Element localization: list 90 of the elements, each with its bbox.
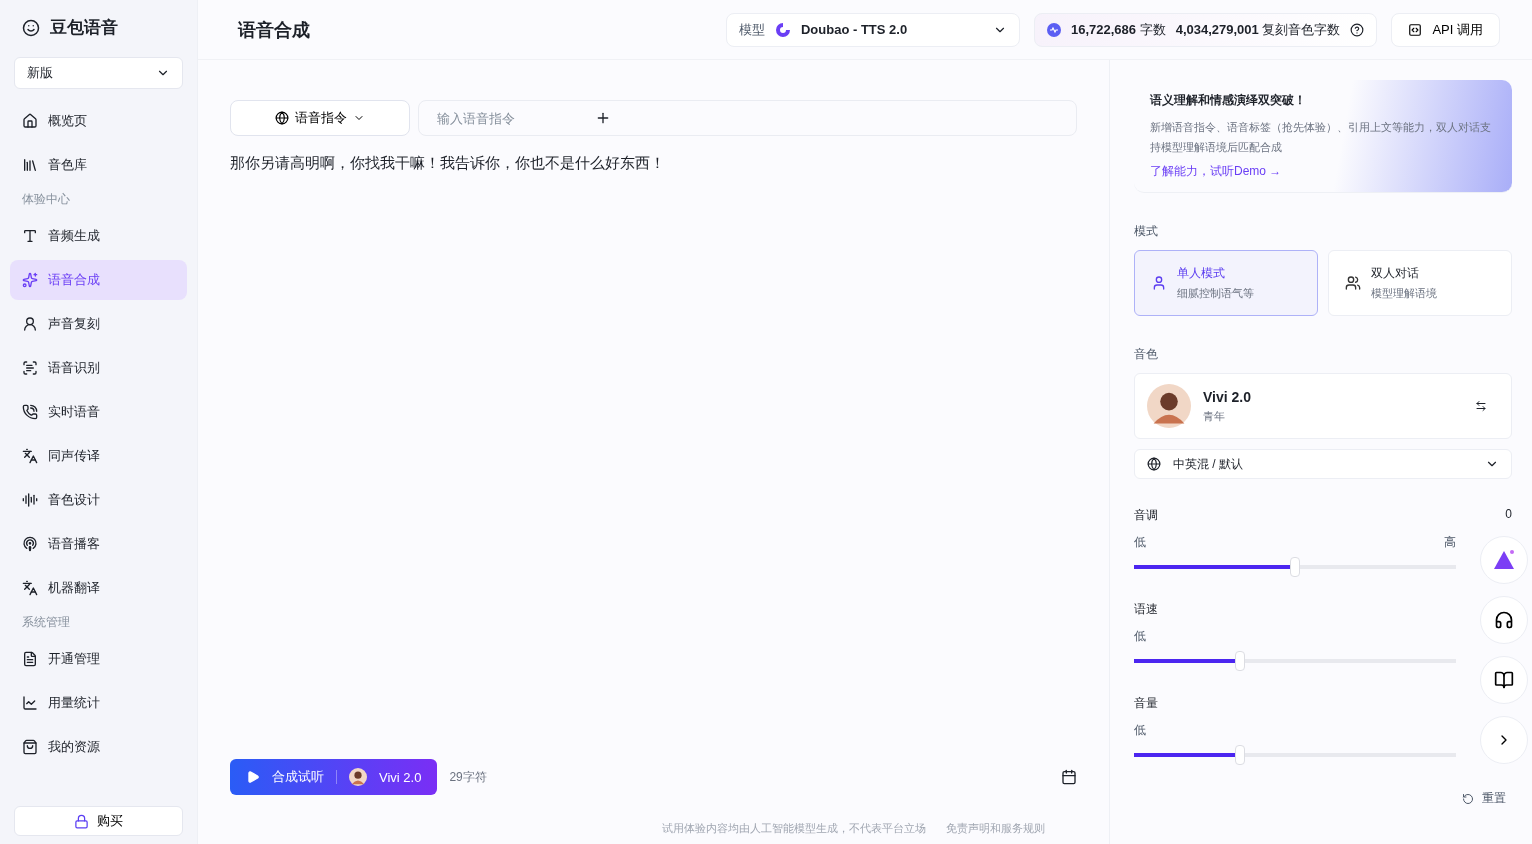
mode-label: 模式: [1134, 223, 1159, 240]
nav-item[interactable]: 语音播客: [10, 524, 187, 564]
promo-title: 语义理解和情感演绎双突破！: [1150, 92, 1307, 109]
nav-icon: [22, 536, 38, 552]
nav-icon: [22, 492, 38, 508]
code-icon: [1408, 22, 1423, 37]
lock-icon: [74, 813, 89, 829]
nav-icon: [22, 228, 38, 244]
voice-name: Vivi 2.0: [1203, 388, 1252, 405]
avatar-icon: [349, 768, 367, 786]
headset-icon: [1494, 610, 1514, 630]
play-icon: [246, 770, 260, 784]
instruction-input[interactable]: 输入语音指令: [435, 109, 545, 127]
nav-item[interactable]: 实时语音: [10, 392, 187, 432]
nav-item[interactable]: 机器翻译: [10, 568, 187, 608]
low-label: 低: [1134, 534, 1146, 551]
char-count: 29字符: [449, 768, 488, 786]
language-select[interactable]: 中英混 / 默认: [1134, 449, 1512, 479]
slider-value: 0: [1505, 507, 1512, 523]
swap-icon[interactable]: [1475, 400, 1487, 412]
support-button[interactable]: [1480, 596, 1528, 644]
nav-item[interactable]: 语音合成: [10, 260, 187, 300]
activity-icon: [1046, 22, 1061, 37]
nav-section-heading: 系统管理: [21, 614, 71, 631]
nav-icon: [22, 272, 38, 288]
reset-icon: [1462, 792, 1474, 805]
page-title: 语音合成: [238, 18, 311, 42]
people-icon: [1345, 275, 1361, 291]
nav-item[interactable]: 声音复刻: [10, 304, 187, 344]
globe-icon: [1147, 457, 1161, 471]
nav-item[interactable]: 概览页: [10, 101, 187, 141]
nav-icon: [22, 448, 38, 464]
footer-notice: 试用体验内容均由人工智能模型生成，不代表平台立场: [662, 821, 926, 836]
slider-thumb[interactable]: [1235, 651, 1246, 671]
api-button[interactable]: API 调用: [1391, 12, 1500, 47]
slider-thumb[interactable]: [1235, 745, 1246, 765]
clone-char-quota: 4,034,279,001 复刻音色字数: [1175, 20, 1341, 39]
mode-option[interactable]: 双人对话 模型理解语境: [1328, 250, 1512, 316]
instruction-field[interactable]: 输入语音指令: [418, 100, 1077, 136]
nav-icon: [22, 316, 38, 332]
mode-option[interactable]: 单人模式 细腻控制语气等: [1134, 250, 1318, 316]
slider-label: 语速: [1134, 601, 1158, 618]
nav-icon: [22, 404, 38, 420]
nav-item[interactable]: 语音识别: [10, 348, 187, 388]
voice-card[interactable]: Vivi 2.0 青年: [1134, 373, 1512, 439]
low-label: 低: [1134, 628, 1146, 645]
synthesize-button[interactable]: 合成试听 Vivi 2.0: [230, 759, 438, 795]
voice-tag: 青年: [1203, 408, 1463, 424]
plus-icon[interactable]: [595, 110, 611, 126]
brand-name: 豆包语音: [50, 17, 118, 39]
nav-icon: [22, 580, 38, 596]
voice-label: 音色: [1134, 346, 1159, 363]
nav-item[interactable]: 开通管理: [10, 639, 187, 679]
reset-button[interactable]: 重置: [1456, 789, 1512, 808]
logo-icon: [22, 18, 40, 37]
model-logo-icon: [774, 21, 791, 38]
person-icon: [1151, 275, 1167, 291]
nav-icon: [22, 739, 38, 755]
nav-icon: [22, 651, 38, 667]
script-text[interactable]: 那你另请高明啊，你找我干嘛！我告诉你，你也不是什么好东西！: [230, 154, 1077, 759]
nav-item[interactable]: 音色库: [10, 145, 187, 185]
demo-link[interactable]: 了解能力，试听Demo →: [1150, 163, 1282, 180]
low-label: 低: [1134, 722, 1146, 739]
book-icon: [1494, 670, 1514, 690]
char-quota: 16,722,686 字数: [1070, 20, 1166, 39]
instruction-select[interactable]: 语音指令: [230, 100, 410, 136]
avatar-icon: [1147, 384, 1191, 428]
slider-thumb[interactable]: [1290, 557, 1300, 577]
nav-icon: [22, 360, 38, 376]
nav-item[interactable]: 同声传译: [10, 436, 187, 476]
nav-icon: [22, 113, 38, 129]
nav-item[interactable]: 音色设计: [10, 480, 187, 520]
model-select[interactable]: 模型 Doubao - TTS 2.0: [725, 12, 1020, 47]
buy-button[interactable]: 购买: [14, 806, 183, 836]
nav-section-heading: 体验中心: [21, 191, 71, 208]
version-select[interactable]: 新版: [14, 57, 183, 89]
assistant-button[interactable]: [1480, 536, 1528, 584]
nav-icon: [22, 695, 38, 711]
nav-item[interactable]: 我的资源: [10, 727, 187, 767]
mountain-icon: [1492, 549, 1516, 571]
slider-label: 音调: [1134, 507, 1158, 524]
slider-label: 音量: [1134, 695, 1158, 712]
globe-icon: [275, 111, 289, 125]
high-label: 高: [1444, 534, 1456, 551]
nav-icon: [22, 157, 38, 173]
help-icon[interactable]: [1350, 22, 1365, 37]
docs-button[interactable]: [1480, 656, 1528, 704]
nav-item[interactable]: 用量统计: [10, 683, 187, 723]
nav-item[interactable]: 音频生成: [10, 216, 187, 256]
promo-text: 新增语音指令、语音标签（抢先体验）、引用上文等能力，双人对话支持模型理解语境后匹配合成: [1150, 120, 1492, 155]
